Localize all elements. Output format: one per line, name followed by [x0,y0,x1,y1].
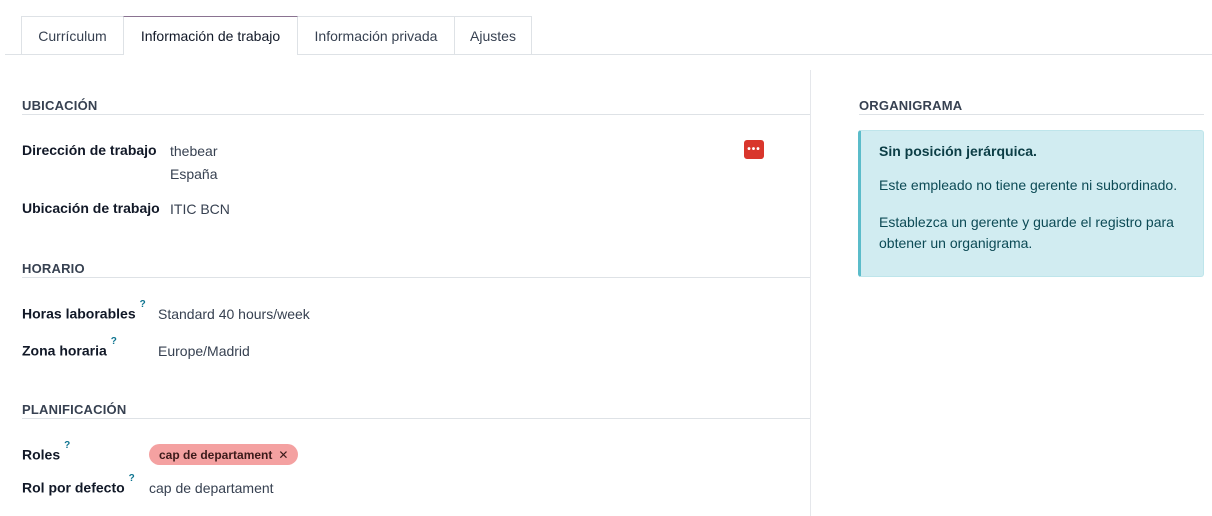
remove-tag-icon[interactable]: ✕ [278,448,288,462]
section-title-schedule: HORARIO [22,261,85,276]
section-divider [22,418,810,419]
working-hours-value[interactable]: Standard 40 hours/week [158,306,310,322]
roles-label: Roles? [22,440,70,463]
section-divider [22,277,810,278]
tab-work-information[interactable]: Información de trabajo [123,16,298,55]
default-role-value[interactable]: cap de departament [149,480,274,496]
alert-title: Sin posición jerárquica. [879,143,1037,159]
orgchart-info-alert: Sin posición jerárquica. Este empleado n… [858,130,1204,277]
section-title-planning: PLANIFICACIÓN [22,402,127,417]
work-location-label: Ubicación de trabajo [22,200,160,216]
timezone-label-text: Zona horaria [22,342,107,359]
section-divider [22,114,810,115]
default-role-label: Rol por defecto? [22,473,135,496]
section-title-orgchart: ORGANIGRAMA [859,98,963,113]
help-icon[interactable]: ? [140,299,146,310]
help-icon[interactable]: ? [129,473,135,484]
work-address-label: Dirección de trabajo [22,142,157,158]
tab-private-information[interactable]: Información privada [297,16,455,54]
tab-settings[interactable]: Ajustes [454,16,532,54]
section-divider [859,114,1204,115]
ellipsis-icon: ••• [747,143,761,155]
work-location-value[interactable]: ITIC BCN [170,201,230,217]
more-options-button[interactable]: ••• [744,140,764,159]
role-tag[interactable]: cap de departament ✕ [149,444,299,465]
timezone-label: Zona horaria? [22,336,117,359]
role-tag-label: cap de departament [159,447,273,462]
alert-text: Este empleado no tiene gerente ni subord… [879,177,1178,193]
working-hours-label: Horas laborables? [22,299,146,322]
roles-label-text: Roles [22,446,61,463]
alert-text: Establezca un gerente y guarde el regist… [879,214,1174,251]
help-icon[interactable]: ? [64,440,70,451]
tab-bar: Currículum Información de trabajo Inform… [0,0,1212,55]
tab-curriculum[interactable]: Currículum [21,16,124,54]
section-title-location: UBICACIÓN [22,98,98,113]
column-divider [810,70,811,516]
help-icon[interactable]: ? [111,336,117,347]
work-address-line1[interactable]: thebear [170,143,217,159]
default-role-label-text: Rol por defecto [22,479,125,496]
timezone-value[interactable]: Europe/Madrid [158,343,250,359]
work-address-line2: España [170,166,218,182]
working-hours-label-text: Horas laborables [22,305,136,322]
